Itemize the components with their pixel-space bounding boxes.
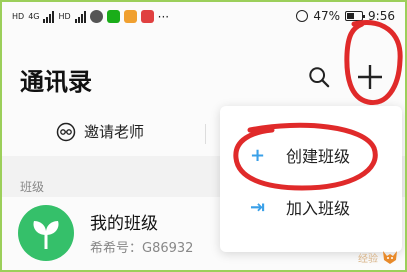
fox-logo-icon <box>383 251 397 264</box>
hd-badge-2: HD <box>58 11 71 21</box>
status-left-icons: HD 4G HD ··· <box>12 10 169 23</box>
hd-badge: HD <box>12 11 25 21</box>
class-avatar <box>18 205 74 261</box>
message-icon <box>89 10 103 23</box>
plus-icon[interactable] <box>357 64 383 90</box>
join-class-menu-item[interactable]: ⇥ 加入班级 <box>220 184 402 230</box>
signal-icon-2 <box>74 10 86 23</box>
watermark: 经验 <box>358 248 399 266</box>
sprout-icon <box>33 221 59 249</box>
page-title: 通讯录 <box>20 68 92 96</box>
clock: 9:56 <box>368 9 395 23</box>
status-bar: HD 4G HD ··· 47% 9:56 <box>2 2 405 32</box>
class-name: 我的班级 <box>90 214 158 234</box>
teacher-icon <box>56 122 76 141</box>
join-icon: ⇥ <box>250 196 266 218</box>
more-icon: ··· <box>157 9 170 24</box>
network-badge: 4G <box>28 11 40 21</box>
signal-icon <box>43 10 55 23</box>
tab-divider <box>205 124 206 144</box>
join-class-label: 加入班级 <box>286 199 351 218</box>
status-right-icons: 47% 9:56 <box>296 9 395 23</box>
add-popup-menu: + 创建班级 ⇥ 加入班级 <box>220 106 402 252</box>
invite-teacher-label: 邀请老师 <box>84 123 145 141</box>
video-app-icon <box>123 10 137 23</box>
battery-fill <box>347 13 354 19</box>
app-screen: HD 4G HD ··· 47% 9:56 通讯录 邀请老师 班级 我的班级 希… <box>0 0 407 272</box>
create-class-label: 创建班级 <box>286 147 351 166</box>
class-id: 希希号：G86932 <box>90 241 194 256</box>
battery-icon <box>345 11 366 21</box>
section-label: 班级 <box>20 180 45 194</box>
wechat-icon <box>106 10 120 23</box>
plus-icon: + <box>250 144 266 166</box>
create-class-menu-item[interactable]: + 创建班级 <box>220 132 402 178</box>
news-app-icon <box>140 10 154 23</box>
search-icon[interactable] <box>308 66 330 88</box>
watermark-text: 经验 <box>358 253 378 265</box>
battery-percent: 47% <box>313 9 341 23</box>
invite-teacher-button[interactable]: 邀请老师 <box>56 121 144 142</box>
alarm-icon <box>296 10 309 22</box>
